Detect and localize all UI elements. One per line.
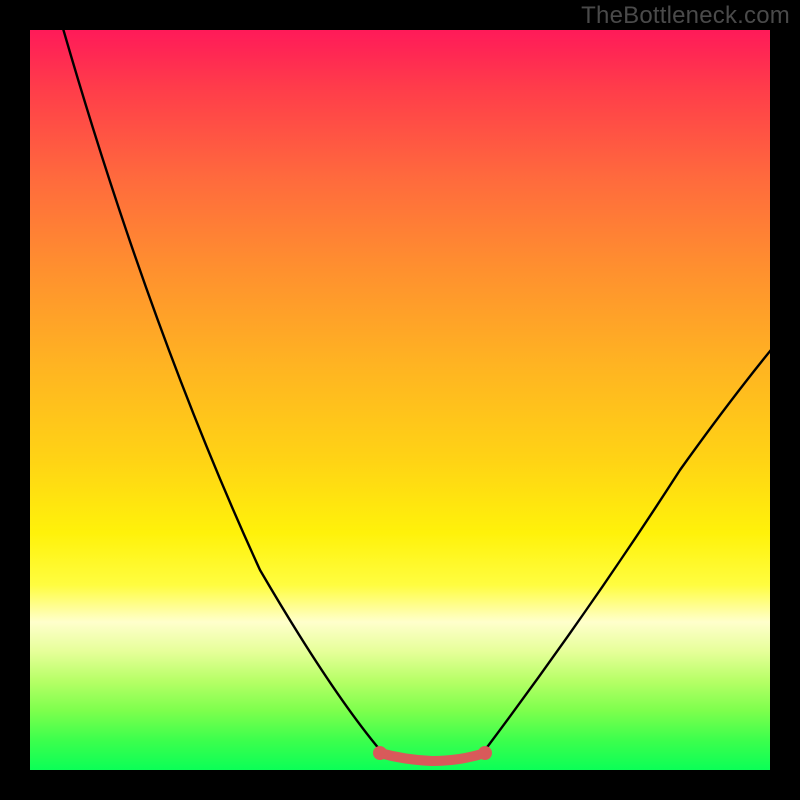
flat-segment-dot-right [478,746,492,760]
watermark-text: TheBottleneck.com [581,2,790,30]
flat-segment-dot-left [373,746,387,760]
flat-segment [380,753,485,761]
plot-area [30,30,770,770]
right-curve [485,345,770,750]
curve-overlay [30,30,770,770]
left-curve [62,30,380,750]
chart-frame: TheBottleneck.com [0,0,800,800]
